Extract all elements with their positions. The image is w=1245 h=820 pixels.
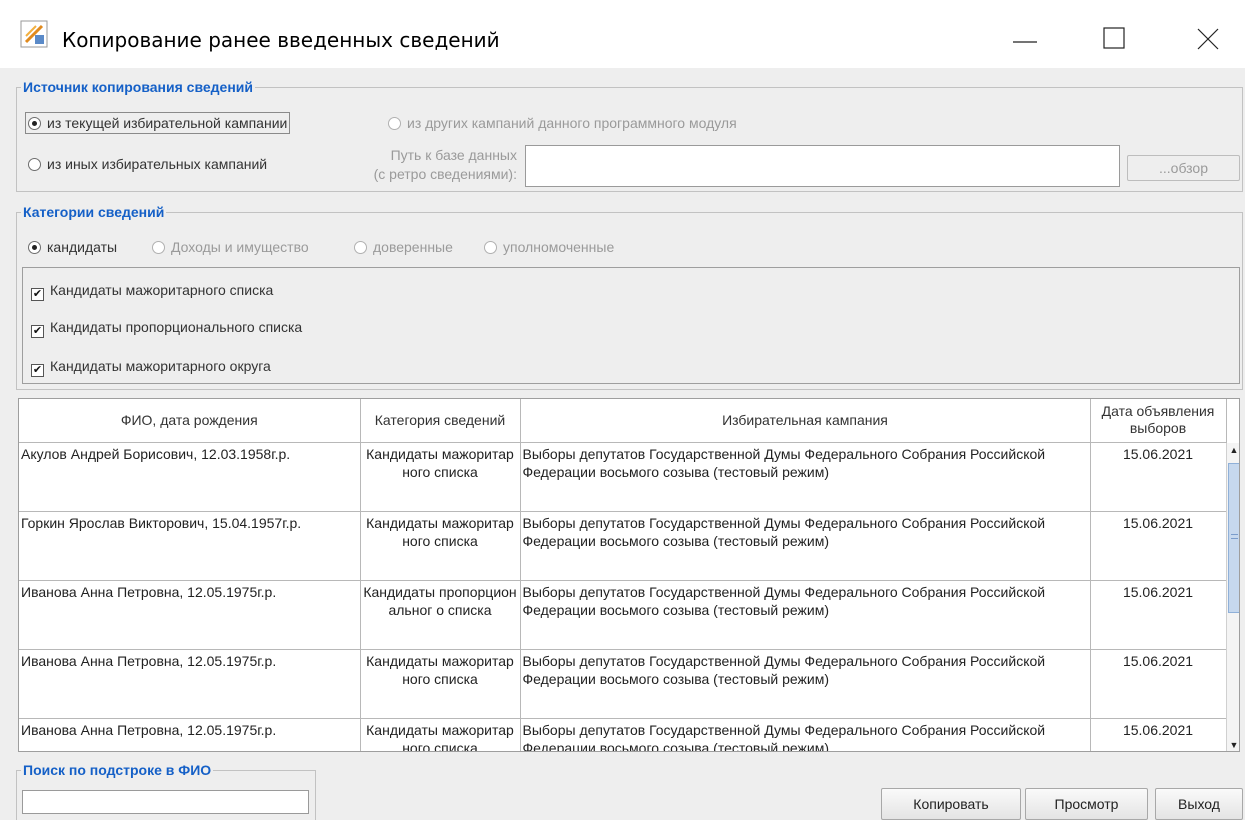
cell-category: Кандидаты мажоритарного списка — [360, 649, 521, 719]
cell-fio: Горкин Ярослав Викторович, 15.04.1957г.р… — [19, 511, 361, 581]
radio-other-module-label: из других кампаний данного программного … — [407, 115, 737, 131]
radio-other-module[interactable]: из других кампаний данного программного … — [388, 115, 737, 131]
checkbox-majoritarian-list-label: Кандидаты мажоритарного списка — [50, 282, 274, 298]
cell-category: Кандидаты мажоритарного списка — [360, 718, 521, 751]
cell-campaign: Выборы депутатов Государственной Думы Фе… — [520, 511, 1091, 581]
radio-current-label: из текущей избирательной кампании — [47, 115, 288, 131]
checkbox-checked-icon: ✔ — [31, 325, 44, 338]
cell-fio: Иванова Анна Петровна, 12.05.1975г.р. — [19, 649, 361, 719]
title-bar: Копирование ранее введенных сведений — [0, 0, 1245, 68]
checkbox-proportional-list[interactable]: ✔ Кандидаты пропорционального списка — [31, 319, 302, 338]
cell-fio: Иванова Анна Петровна, 12.05.1975г.р. — [19, 718, 361, 751]
scroll-up-icon[interactable]: ▲ — [1227, 443, 1239, 457]
results-table: ФИО, дата рождения Категория сведений Из… — [18, 398, 1240, 752]
scroll-thumb[interactable] — [1228, 463, 1239, 613]
cell-date: 15.06.2021 — [1090, 442, 1227, 512]
scroll-down-icon[interactable]: ▼ — [1227, 738, 1239, 751]
radio-off-icon — [484, 241, 497, 254]
exit-button[interactable]: Выход — [1155, 788, 1243, 820]
search-legend: Поиск по подстроке в ФИО — [23, 762, 212, 778]
preview-button[interactable]: Просмотр — [1025, 788, 1148, 820]
copy-button[interactable]: Копировать — [881, 788, 1021, 820]
radio-off-icon — [28, 158, 41, 171]
cell-fio: Акулов Андрей Борисович, 12.03.1958г.р. — [19, 442, 361, 512]
table-row[interactable]: Иванова Анна Петровна, 12.05.1975г.р. Ка… — [19, 718, 1227, 751]
cell-campaign: Выборы депутатов Государственной Думы Фе… — [520, 718, 1091, 751]
checkbox-majoritarian-district[interactable]: ✔ Кандидаты мажоритарного округа — [31, 358, 271, 377]
col-header-category[interactable]: Категория сведений — [360, 399, 521, 443]
app-icon — [20, 20, 48, 48]
browse-button[interactable]: ...обзор — [1127, 155, 1240, 181]
cell-fio: Иванова Анна Петровна, 12.05.1975г.р. — [19, 580, 361, 650]
table-row[interactable]: Горкин Ярослав Викторович, 15.04.1957г.р… — [19, 511, 1227, 581]
cell-campaign: Выборы депутатов Государственной Думы Фе… — [520, 442, 1091, 512]
table-row[interactable]: Иванова Анна Петровна, 12.05.1975г.р. Ка… — [19, 649, 1227, 719]
cell-campaign: Выборы депутатов Государственной Думы Фе… — [520, 649, 1091, 719]
radio-current-campaign[interactable]: из текущей избирательной кампании — [25, 112, 291, 134]
table-vertical-scrollbar[interactable]: ▲ ▼ — [1226, 443, 1239, 751]
radio-candidates-label: кандидаты — [47, 239, 118, 255]
results-grid: ФИО, дата рождения Категория сведений Из… — [19, 399, 1227, 751]
checkbox-checked-icon: ✔ — [31, 288, 44, 301]
checkbox-checked-icon: ✔ — [31, 364, 44, 377]
radio-off-icon — [388, 117, 401, 130]
table-header-row: ФИО, дата рождения Категория сведений Из… — [19, 399, 1227, 443]
categories-legend: Категории сведений — [23, 204, 165, 220]
cell-category: Кандидаты пропорциональног о списка — [360, 580, 521, 650]
radio-income[interactable]: Доходы и имущество — [152, 239, 309, 255]
db-path-label-line2: (с ретро сведениями): — [373, 166, 517, 182]
cell-category: Кандидаты мажоритарного списка — [360, 511, 521, 581]
checkbox-proportional-list-label: Кандидаты пропорционального списка — [50, 319, 303, 335]
db-path-input[interactable] — [525, 145, 1120, 187]
radio-on-icon — [28, 241, 41, 254]
search-input[interactable] — [22, 790, 309, 814]
table-row[interactable]: Иванова Анна Петровна, 12.05.1975г.р. Ка… — [19, 580, 1227, 650]
cell-date: 15.06.2021 — [1090, 649, 1227, 719]
col-header-fio[interactable]: ФИО, дата рождения — [19, 399, 361, 443]
radio-trusted[interactable]: доверенные — [354, 239, 453, 255]
cell-campaign: Выборы депутатов Государственной Думы Фе… — [520, 580, 1091, 650]
maximize-icon[interactable] — [1100, 22, 1130, 52]
radio-other-campaigns[interactable]: из иных избирательных кампаний — [28, 156, 267, 172]
cell-date: 15.06.2021 — [1090, 580, 1227, 650]
scroll-grip-icon — [1231, 534, 1238, 539]
radio-candidates[interactable]: кандидаты — [28, 239, 117, 255]
radio-other-label: из иных избирательных кампаний — [47, 156, 268, 172]
radio-off-icon — [354, 241, 367, 254]
col-header-campaign[interactable]: Избирательная кампания — [520, 399, 1091, 443]
minimize-icon[interactable] — [1010, 22, 1040, 52]
radio-authorized-label: уполномоченные — [503, 239, 615, 255]
radio-income-label: Доходы и имущество — [171, 239, 309, 255]
checkbox-majoritarian-district-label: Кандидаты мажоритарного округа — [50, 358, 271, 374]
radio-off-icon — [152, 241, 165, 254]
cell-category: Кандидаты мажоритарного списка — [360, 442, 521, 512]
col-header-date[interactable]: Дата объявления выборов — [1090, 399, 1227, 443]
table-row[interactable]: Акулов Андрей Борисович, 12.03.1958г.р. … — [19, 442, 1227, 512]
cell-date: 15.06.2021 — [1090, 511, 1227, 581]
checkbox-majoritarian-list[interactable]: ✔ Кандидаты мажоритарного списка — [31, 282, 273, 301]
db-path-label-line1: Путь к базе данных — [390, 147, 517, 163]
radio-on-icon — [28, 117, 41, 130]
cell-date: 15.06.2021 — [1090, 718, 1227, 751]
source-legend: Источник копирования сведений — [23, 79, 254, 95]
db-path-label: Путь к базе данных (с ретро сведениями): — [345, 146, 517, 184]
radio-authorized[interactable]: уполномоченные — [484, 239, 614, 255]
window-title: Копирование ранее введенных сведений — [62, 28, 500, 52]
radio-trusted-label: доверенные — [373, 239, 453, 255]
close-icon[interactable] — [1193, 22, 1223, 52]
